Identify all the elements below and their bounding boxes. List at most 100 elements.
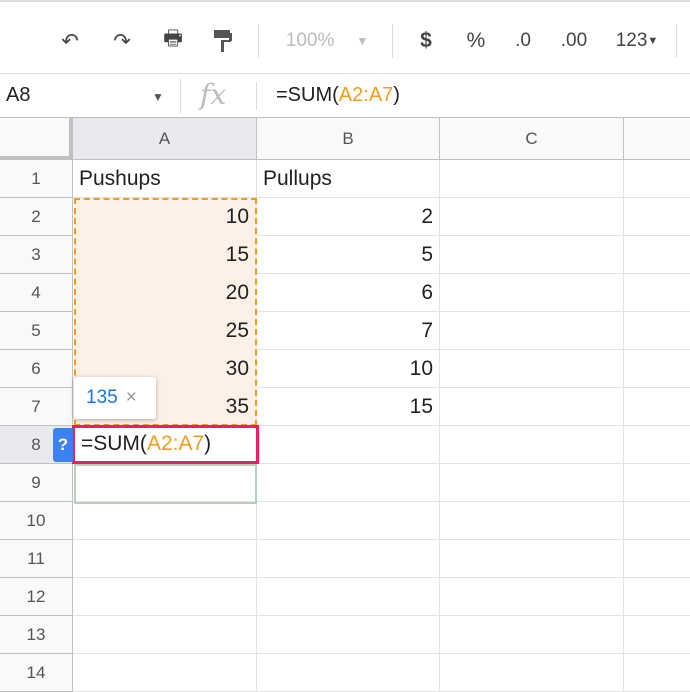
cell[interactable] [257,616,440,654]
divider [256,82,257,110]
select-all-corner[interactable] [0,118,73,160]
increase-decimal-button[interactable]: .00 [556,24,592,58]
divider [676,24,677,58]
cell-a9-outline [74,464,257,504]
cell[interactable] [624,426,690,464]
cell[interactable]: 7 [257,312,440,350]
cell[interactable] [624,198,690,236]
cell[interactable]: Pushups [73,160,257,198]
cell[interactable]: 10 [257,350,440,388]
row-header-6[interactable]: 6 [0,350,73,388]
cell[interactable] [440,540,624,578]
cell[interactable] [73,502,257,540]
cell[interactable] [624,388,690,426]
cell[interactable] [624,160,690,198]
cell[interactable] [440,274,624,312]
row-header-11[interactable]: 11 [0,540,73,578]
cell[interactable] [440,160,624,198]
cell[interactable] [257,654,440,692]
cell[interactable]: 25 [73,312,257,350]
divider [392,24,393,58]
cell[interactable] [624,236,690,274]
paint-format-icon[interactable] [205,24,241,58]
cell[interactable]: 5 [257,236,440,274]
cell[interactable] [440,388,624,426]
formula-text: ) [393,84,400,106]
cell[interactable]: Pullups [257,160,440,198]
row-header-10[interactable]: 10 [0,502,73,540]
decrease-decimal-button[interactable]: .0 [505,24,541,58]
chevron-down-icon: ▼ [356,34,369,48]
divider [258,24,259,58]
cell[interactable]: 6 [257,274,440,312]
cell[interactable] [440,654,624,692]
cell[interactable]: 2 [257,198,440,236]
cell[interactable] [624,464,690,502]
cell[interactable] [624,350,690,388]
cell[interactable] [73,616,257,654]
editor-text: ) [204,432,212,455]
undo-icon[interactable]: ↶ [52,24,88,58]
row-header-1[interactable]: 1 [0,160,73,198]
cell[interactable] [440,350,624,388]
editor-range: A2:A7 [146,432,205,455]
row-header-14[interactable]: 14 [0,654,73,692]
row-header-5[interactable]: 5 [0,312,73,350]
cell[interactable] [440,198,624,236]
cell[interactable] [624,312,690,350]
cell[interactable]: 15 [73,236,257,274]
cell[interactable] [624,654,690,692]
cell[interactable] [440,464,624,502]
row-header-13[interactable]: 13 [0,616,73,654]
row-header-4[interactable]: 4 [0,274,73,312]
column-header-b[interactable]: B [257,118,440,160]
print-icon[interactable]: 🖶 [155,24,191,58]
row-header-7[interactable]: 7 [0,388,73,426]
cell[interactable] [624,540,690,578]
cell[interactable] [257,502,440,540]
currency-button[interactable]: $ [408,24,444,58]
cell[interactable] [73,578,257,616]
name-box[interactable]: A8 [6,84,30,107]
column-header-a[interactable]: A [73,118,257,160]
cell-editor[interactable]: =SUM(A2:A7) [72,425,259,464]
zoom-select[interactable]: 100% ▼ [272,24,382,58]
row-header-12[interactable]: 12 [0,578,73,616]
formula-bar: A8 ▼ fx =SUM(A2:A7) [0,74,690,118]
redo-icon[interactable]: ↷ [104,24,140,58]
cell[interactable] [624,274,690,312]
column-header-d[interactable] [624,118,690,160]
close-icon[interactable]: × [126,387,137,409]
more-formats-button[interactable]: 123 ▼ [608,24,666,58]
chevron-down-icon: ▼ [647,35,659,47]
cell[interactable] [440,312,624,350]
cell[interactable] [257,578,440,616]
cell[interactable] [440,236,624,274]
row-header-3[interactable]: 3 [0,236,73,274]
cell[interactable] [257,540,440,578]
cell[interactable] [624,578,690,616]
cell[interactable] [257,464,440,502]
cell[interactable] [624,616,690,654]
toolbar: ↶ ↷ 🖶 100% ▼ $ % .0 .00 123 ▼ [0,0,690,74]
cell[interactable] [440,616,624,654]
cell[interactable]: 15 [257,388,440,426]
percent-button[interactable]: % [458,24,494,58]
formula-help-button[interactable]: ? [53,428,73,462]
column-header-c[interactable]: C [440,118,624,160]
cell[interactable]: 20 [73,274,257,312]
cell[interactable] [257,426,440,464]
cell[interactable] [73,540,257,578]
row-header-2[interactable]: 2 [0,198,73,236]
fx-icon: fx [200,78,227,111]
cell[interactable] [440,426,624,464]
row-header-9[interactable]: 9 [0,464,73,502]
cell[interactable]: 10 [73,198,257,236]
cell[interactable] [440,502,624,540]
cell[interactable] [624,502,690,540]
cell[interactable] [73,654,257,692]
chevron-down-icon[interactable]: ▼ [152,90,164,104]
formula-text: =SUM( [276,84,339,106]
formula-input[interactable]: =SUM(A2:A7) [276,84,400,107]
cell[interactable] [440,578,624,616]
